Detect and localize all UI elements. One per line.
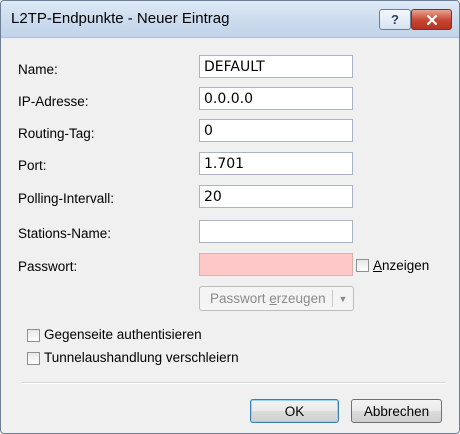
password-field[interactable] <box>199 253 353 276</box>
generate-password-button[interactable]: Passwort erzeugen ▼ <box>199 286 354 311</box>
authenticate-peer-label[interactable]: Gegenseite authentisieren <box>44 327 202 342</box>
dialog-window: L2TP-Endpunkte - Neuer Eintrag ? Name: I… <box>0 0 460 434</box>
polling-interval-label: Polling-Intervall: <box>18 191 115 206</box>
authenticate-peer-checkbox[interactable] <box>27 329 40 342</box>
close-button[interactable] <box>411 9 452 30</box>
dialog-body: Name: IP-Adresse: Routing-Tag: Port: Pol… <box>7 42 453 426</box>
ip-address-label: IP-Adresse: <box>18 94 89 109</box>
help-icon: ? <box>391 12 399 27</box>
routing-tag-field[interactable] <box>199 119 353 142</box>
generate-password-label-post: rzeugen <box>276 291 326 306</box>
obfuscate-tunnel-checkbox[interactable] <box>27 352 40 365</box>
routing-tag-label: Routing-Tag: <box>18 126 95 141</box>
ok-button[interactable]: OK <box>250 399 339 423</box>
name-label: Name: <box>18 62 58 77</box>
ip-address-field[interactable] <box>199 87 353 110</box>
title-bar: L2TP-Endpunkte - Neuer Eintrag ? <box>1 1 459 38</box>
generate-password-accel: e <box>269 291 277 306</box>
station-name-field[interactable] <box>199 220 353 243</box>
station-name-label: Stations-Name: <box>18 226 112 241</box>
window-title: L2TP-Endpunkte - Neuer Eintrag <box>11 10 230 27</box>
close-icon <box>426 14 437 25</box>
port-label: Port: <box>18 158 47 173</box>
chevron-down-icon[interactable]: ▼ <box>333 294 353 304</box>
obfuscate-tunnel-label[interactable]: Tunnelaushandlung verschleiern <box>44 350 239 365</box>
generate-password-label: Passwort erzeugen <box>200 291 332 306</box>
password-label: Passwort: <box>18 259 78 274</box>
divider <box>21 382 445 384</box>
polling-interval-field[interactable] <box>199 185 353 208</box>
show-password-text: nzeigen <box>382 258 430 273</box>
generate-password-label-pre: Passwort <box>210 291 270 306</box>
show-password-accel: A <box>373 258 383 273</box>
show-password-label[interactable]: Anzeigen <box>373 258 429 273</box>
help-button[interactable]: ? <box>379 9 411 30</box>
name-field[interactable] <box>199 55 353 78</box>
show-password-checkbox[interactable] <box>356 259 369 272</box>
port-field[interactable] <box>199 152 353 175</box>
cancel-button[interactable]: Abbrechen <box>351 399 442 423</box>
